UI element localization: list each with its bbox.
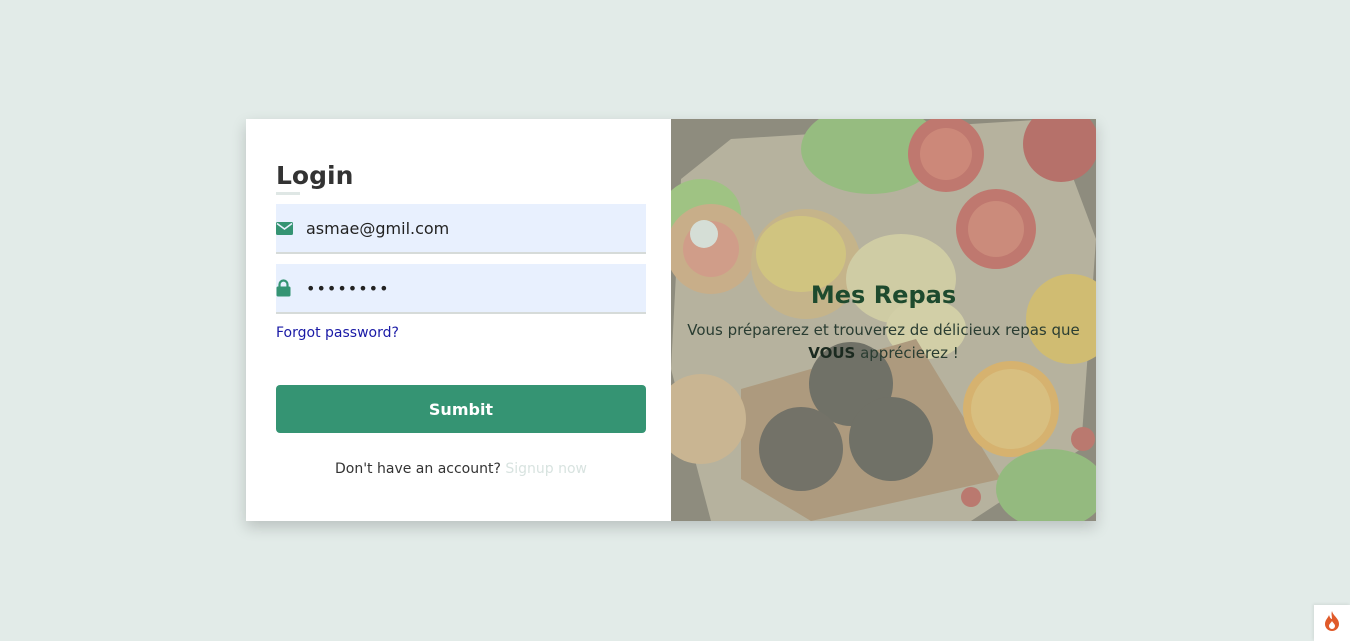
password-input[interactable]: [306, 278, 626, 298]
email-field[interactable]: [276, 204, 646, 254]
hero-title: Mes Repas: [810, 281, 957, 309]
envelope-icon: [276, 219, 294, 237]
hero-text-emphasis: VOUS: [808, 344, 856, 362]
signup-prompt: Don't have an account? Signup now: [276, 461, 646, 477]
password-field[interactable]: [276, 264, 646, 314]
login-card: Login Forgot password? Sumbit: [246, 119, 1096, 521]
hero-text-end: apprécierez !: [860, 344, 959, 362]
hero-text-start: Vous préparerez et trouverez de délicieu…: [687, 321, 1080, 339]
submit-button[interactable]: Sumbit: [276, 385, 646, 433]
signup-prompt-text: Don't have an account?: [334, 461, 501, 477]
hero-description: Vous préparerez et trouverez de délicieu…: [683, 319, 1084, 365]
hero-image-pane: Mes Repas Vous préparerez et trouverez d…: [671, 119, 1096, 521]
email-input[interactable]: [306, 218, 626, 238]
page-title: Login: [276, 161, 354, 190]
corner-badge[interactable]: [1314, 605, 1350, 641]
signup-link[interactable]: Signup now: [505, 461, 587, 477]
title-underline: [276, 192, 300, 195]
forgot-password-link[interactable]: Forgot password?: [276, 325, 399, 341]
flame-icon: [1324, 611, 1340, 635]
lock-icon: [276, 279, 294, 297]
login-form-pane: Login Forgot password? Sumbit: [246, 119, 671, 521]
